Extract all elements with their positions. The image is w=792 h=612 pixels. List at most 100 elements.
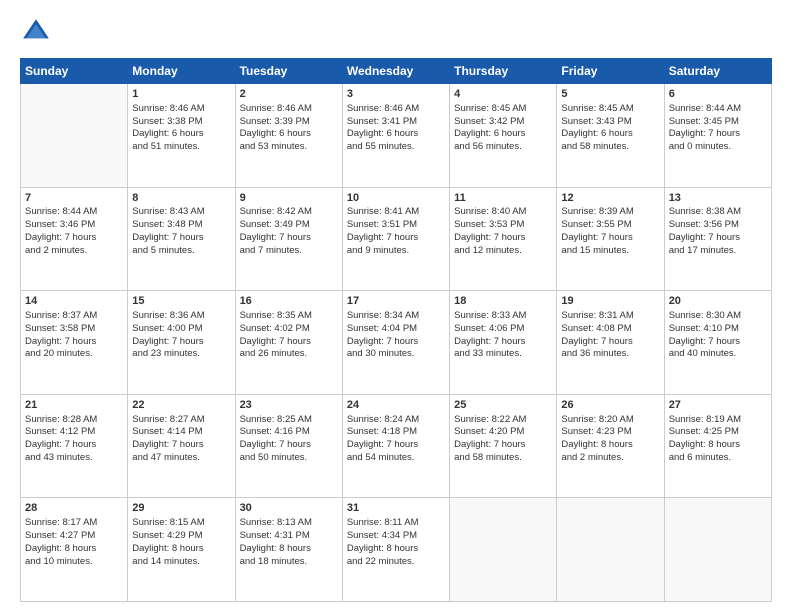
week-row-2: 7Sunrise: 8:44 AMSunset: 3:46 PMDaylight… xyxy=(21,187,772,291)
day-info-line: Daylight: 7 hours xyxy=(454,232,552,245)
day-info-line: and 58 minutes. xyxy=(454,452,552,465)
day-info-line: Sunrise: 8:46 AM xyxy=(347,103,445,116)
day-number: 24 xyxy=(347,398,445,413)
day-info-line: and 12 minutes. xyxy=(454,245,552,258)
calendar-cell: 11Sunrise: 8:40 AMSunset: 3:53 PMDayligh… xyxy=(450,187,557,291)
day-info-line: Sunrise: 8:33 AM xyxy=(454,310,552,323)
day-number: 13 xyxy=(669,191,767,206)
calendar-cell: 24Sunrise: 8:24 AMSunset: 4:18 PMDayligh… xyxy=(342,394,449,498)
day-info-line: Daylight: 7 hours xyxy=(240,439,338,452)
day-info-line: and 51 minutes. xyxy=(132,141,230,154)
calendar-cell: 28Sunrise: 8:17 AMSunset: 4:27 PMDayligh… xyxy=(21,498,128,602)
day-info-line: and 6 minutes. xyxy=(669,452,767,465)
day-number: 5 xyxy=(561,87,659,102)
calendar-cell: 17Sunrise: 8:34 AMSunset: 4:04 PMDayligh… xyxy=(342,291,449,395)
day-info-line: Sunrise: 8:35 AM xyxy=(240,310,338,323)
calendar-cell: 9Sunrise: 8:42 AMSunset: 3:49 PMDaylight… xyxy=(235,187,342,291)
calendar-cell: 7Sunrise: 8:44 AMSunset: 3:46 PMDaylight… xyxy=(21,187,128,291)
day-number: 17 xyxy=(347,294,445,309)
week-row-4: 21Sunrise: 8:28 AMSunset: 4:12 PMDayligh… xyxy=(21,394,772,498)
calendar-cell xyxy=(557,498,664,602)
calendar-cell: 4Sunrise: 8:45 AMSunset: 3:42 PMDaylight… xyxy=(450,84,557,188)
day-info-line: Daylight: 8 hours xyxy=(561,439,659,452)
day-info-line: Daylight: 7 hours xyxy=(669,128,767,141)
calendar-cell xyxy=(450,498,557,602)
day-info-line: Sunrise: 8:44 AM xyxy=(669,103,767,116)
day-number: 19 xyxy=(561,294,659,309)
day-number: 27 xyxy=(669,398,767,413)
day-info-line: Sunrise: 8:46 AM xyxy=(240,103,338,116)
day-info-line: and 18 minutes. xyxy=(240,556,338,569)
day-info-line: Sunset: 3:39 PM xyxy=(240,116,338,129)
weekday-header-thursday: Thursday xyxy=(450,59,557,84)
weekday-header-friday: Friday xyxy=(557,59,664,84)
day-info-line: Sunset: 4:23 PM xyxy=(561,426,659,439)
day-info-line: Daylight: 7 hours xyxy=(25,439,123,452)
day-info-line: Sunset: 3:56 PM xyxy=(669,219,767,232)
day-info-line: and 0 minutes. xyxy=(669,141,767,154)
page: SundayMondayTuesdayWednesdayThursdayFrid… xyxy=(0,0,792,612)
day-info-line: and 2 minutes. xyxy=(561,452,659,465)
day-info-line: Daylight: 7 hours xyxy=(669,232,767,245)
calendar-cell: 30Sunrise: 8:13 AMSunset: 4:31 PMDayligh… xyxy=(235,498,342,602)
day-info-line: Sunrise: 8:41 AM xyxy=(347,206,445,219)
day-info-line: Sunset: 3:49 PM xyxy=(240,219,338,232)
day-info-line: Sunrise: 8:39 AM xyxy=(561,206,659,219)
day-info-line: Sunset: 3:53 PM xyxy=(454,219,552,232)
day-info-line: Daylight: 7 hours xyxy=(561,336,659,349)
day-info-line: and 9 minutes. xyxy=(347,245,445,258)
week-row-3: 14Sunrise: 8:37 AMSunset: 3:58 PMDayligh… xyxy=(21,291,772,395)
day-number: 4 xyxy=(454,87,552,102)
day-info-line: and 26 minutes. xyxy=(240,348,338,361)
day-number: 10 xyxy=(347,191,445,206)
day-info-line: Sunrise: 8:44 AM xyxy=(25,206,123,219)
calendar-cell: 13Sunrise: 8:38 AMSunset: 3:56 PMDayligh… xyxy=(664,187,771,291)
day-info-line: Daylight: 6 hours xyxy=(561,128,659,141)
day-info-line: Sunrise: 8:28 AM xyxy=(25,414,123,427)
day-info-line: Sunset: 4:27 PM xyxy=(25,530,123,543)
day-info-line: and 5 minutes. xyxy=(132,245,230,258)
calendar-cell: 18Sunrise: 8:33 AMSunset: 4:06 PMDayligh… xyxy=(450,291,557,395)
week-row-1: 1 Sunrise: 8:46 AM Sunset: 3:38 PM Daylight… xyxy=(21,84,772,188)
day-info-line: Daylight: 8 hours xyxy=(25,543,123,556)
day-info-line: and 53 minutes. xyxy=(240,141,338,154)
day-info-line: and 23 minutes. xyxy=(132,348,230,361)
day-info-line: Daylight: 8 hours xyxy=(669,439,767,452)
day-info-line: and 40 minutes. xyxy=(669,348,767,361)
calendar-cell: 1Sunrise: 8:46 AMSunset: 3:38 PMDaylight… xyxy=(128,84,235,188)
day-info-line: and 10 minutes. xyxy=(25,556,123,569)
calendar-cell: 12Sunrise: 8:39 AMSunset: 3:55 PMDayligh… xyxy=(557,187,664,291)
day-info-line: Daylight: 7 hours xyxy=(347,439,445,452)
day-info-line: Daylight: 7 hours xyxy=(240,232,338,245)
day-info-line: Daylight: 6 hours xyxy=(454,128,552,141)
day-info-line: Sunrise: 8:31 AM xyxy=(561,310,659,323)
day-info-line: Daylight: 7 hours xyxy=(347,232,445,245)
weekday-header-row: SundayMondayTuesdayWednesdayThursdayFrid… xyxy=(21,59,772,84)
logo-icon xyxy=(20,16,52,48)
day-number: 2 xyxy=(240,87,338,102)
day-info-line: Daylight: 7 hours xyxy=(25,232,123,245)
day-info-line: Sunset: 3:46 PM xyxy=(25,219,123,232)
day-info-line: Sunrise: 8:43 AM xyxy=(132,206,230,219)
calendar-cell: 15Sunrise: 8:36 AMSunset: 4:00 PMDayligh… xyxy=(128,291,235,395)
day-info-line: Sunrise: 8:15 AM xyxy=(132,517,230,530)
day-info-line: Sunrise: 8:13 AM xyxy=(240,517,338,530)
day-info-line: Sunset: 4:12 PM xyxy=(25,426,123,439)
day-number: 16 xyxy=(240,294,338,309)
calendar-cell: 3Sunrise: 8:46 AMSunset: 3:41 PMDaylight… xyxy=(342,84,449,188)
day-info-line: Sunset: 3:48 PM xyxy=(132,219,230,232)
day-info-line: Sunrise: 8:24 AM xyxy=(347,414,445,427)
day-info-line: Sunset: 4:31 PM xyxy=(240,530,338,543)
day-info-line: Sunset: 3:38 PM xyxy=(132,116,230,129)
day-info-line: Daylight: 8 hours xyxy=(132,543,230,556)
day-info-line: Daylight: 7 hours xyxy=(669,336,767,349)
day-info-line: Sunrise: 8:42 AM xyxy=(240,206,338,219)
calendar-cell: 31Sunrise: 8:11 AMSunset: 4:34 PMDayligh… xyxy=(342,498,449,602)
day-info-line: Sunset: 4:02 PM xyxy=(240,323,338,336)
calendar-table: SundayMondayTuesdayWednesdayThursdayFrid… xyxy=(20,58,772,602)
day-info-line: Sunrise: 8:27 AM xyxy=(132,414,230,427)
header xyxy=(20,16,772,48)
day-info-line: Sunset: 3:58 PM xyxy=(25,323,123,336)
day-number: 1 xyxy=(132,87,230,102)
weekday-header-wednesday: Wednesday xyxy=(342,59,449,84)
